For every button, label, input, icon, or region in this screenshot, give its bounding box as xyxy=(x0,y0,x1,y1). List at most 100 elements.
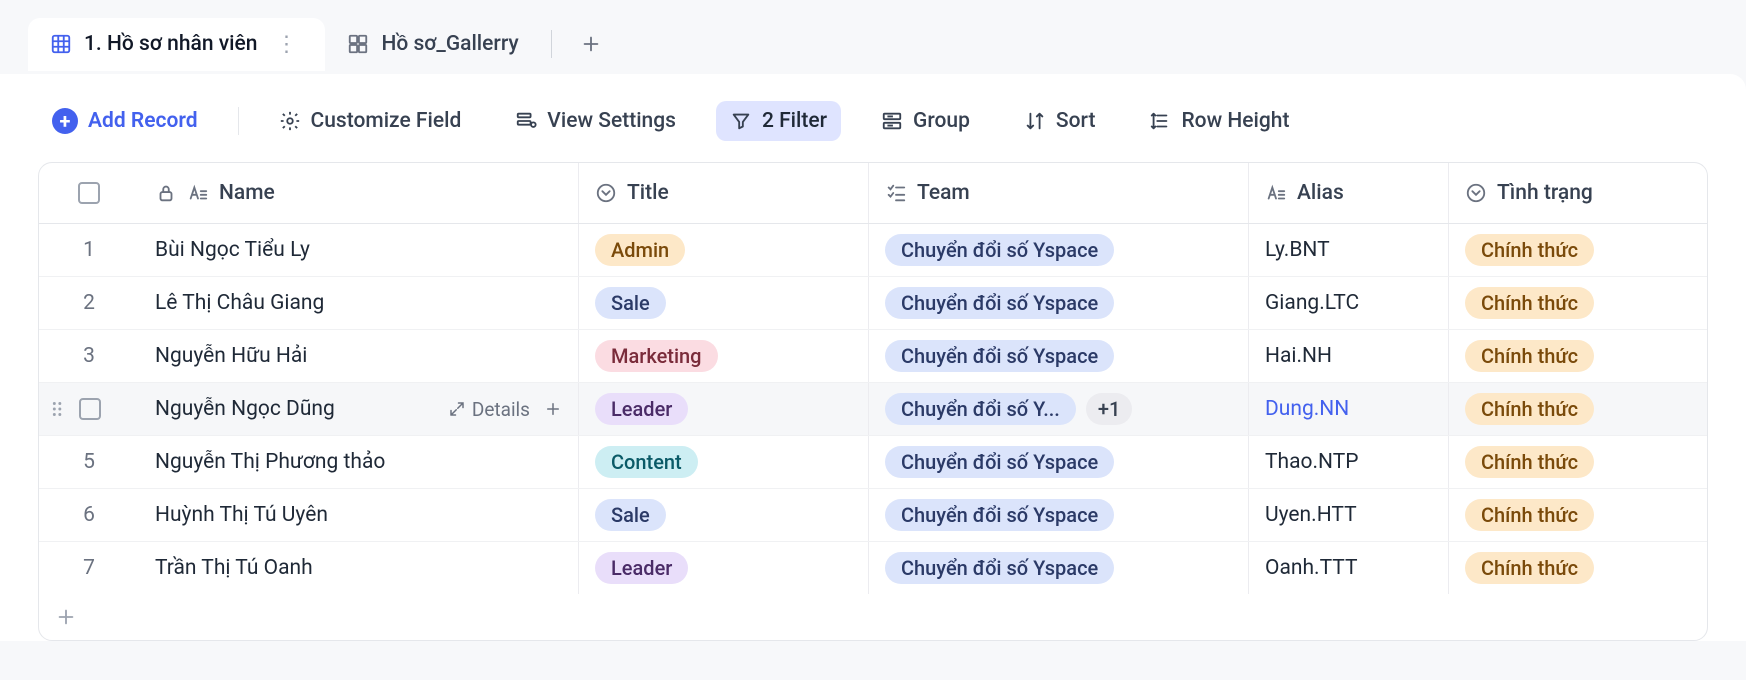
title-tag: Sale xyxy=(595,287,666,319)
view-settings-button[interactable]: View Settings xyxy=(501,101,690,141)
team-cell[interactable]: Chuyển đổi số Yspace xyxy=(869,489,1249,541)
table-row[interactable]: 6Huỳnh Thị Tú UyênSale Chuyển đổi số Yspa… xyxy=(39,489,1707,542)
row-checkbox[interactable] xyxy=(79,398,101,420)
row-index-cell[interactable]: 1 xyxy=(39,224,139,276)
select-type-icon xyxy=(1465,182,1487,204)
alias-cell[interactable]: Hai.NH xyxy=(1249,330,1449,382)
filter-button[interactable]: 2 Filter xyxy=(716,101,841,141)
alias-cell[interactable]: Dung.NN xyxy=(1249,383,1449,435)
plus-circle-icon: + xyxy=(52,108,78,134)
add-row-button[interactable] xyxy=(39,594,1707,640)
title-tag: Content xyxy=(595,446,698,478)
table-row[interactable]: Nguyễn Ngọc DũngDetailsLeaderChuyển đổi … xyxy=(39,383,1707,436)
row-index-cell[interactable]: 7 xyxy=(39,542,139,594)
tab-more-icon[interactable]: ⋮ xyxy=(269,32,303,57)
status-tag: Chính thức xyxy=(1465,446,1594,478)
name-text: Nguyễn Thị Phương thảo xyxy=(155,450,562,474)
team-tag: Chuyển đổi số Yspace xyxy=(885,499,1114,531)
tab-grid-view[interactable]: 1. Hồ sơ nhân viên ⋮ xyxy=(28,18,325,71)
name-cell[interactable]: Nguyễn Ngọc DũngDetails xyxy=(139,383,579,435)
text-type-icon xyxy=(1265,182,1287,204)
team-tag: Chuyển đổi số Yspace xyxy=(885,234,1114,266)
add-record-button[interactable]: + Add Record xyxy=(38,100,212,142)
title-tag: Leader xyxy=(595,552,688,584)
status-cell[interactable]: Chính thức xyxy=(1449,277,1708,329)
status-tag: Chính thức xyxy=(1465,552,1594,584)
lock-icon xyxy=(155,182,177,204)
customize-field-button[interactable]: Customize Field xyxy=(265,101,476,141)
title-cell[interactable]: Marketing xyxy=(579,330,869,382)
team-cell[interactable]: Chuyển đổi số Yspace xyxy=(869,330,1249,382)
name-cell[interactable]: Trần Thị Tú Oanh xyxy=(139,542,579,594)
status-cell[interactable]: Chính thức xyxy=(1449,224,1708,276)
alias-cell[interactable]: Thao.NTP xyxy=(1249,436,1449,488)
team-cell[interactable]: Chuyển đổi số Yspace xyxy=(869,277,1249,329)
name-text: Bùi Ngọc Tiểu Ly xyxy=(155,238,562,262)
team-tag: Chuyển đổi số Yspace xyxy=(885,287,1114,319)
table-row[interactable]: 2Lê Thị Châu Giang Sale Chuyển đổi số Yspa… xyxy=(39,277,1707,330)
header-name[interactable]: Name xyxy=(139,163,579,223)
drag-handle-icon[interactable] xyxy=(47,398,69,420)
team-cell[interactable]: Chuyển đổi số Yspace xyxy=(869,224,1249,276)
select-all-checkbox[interactable] xyxy=(78,182,100,204)
alias-cell[interactable]: Uyen.HTT xyxy=(1249,489,1449,541)
header-alias[interactable]: Alias xyxy=(1249,163,1449,223)
select-type-icon xyxy=(595,182,617,204)
team-tag: Chuyển đổi số Yspace xyxy=(885,446,1114,478)
team-cell[interactable]: Chuyển đổi số Y...+1 xyxy=(869,383,1249,435)
title-cell[interactable]: Sale xyxy=(579,489,869,541)
alias-cell[interactable]: Ly.BNT xyxy=(1249,224,1449,276)
name-text: Nguyễn Hữu Hải xyxy=(155,344,562,368)
table-row[interactable]: 1 Bùi Ngọc Tiểu Ly Admin Chuyển đổi số Yspa… xyxy=(39,224,1707,277)
team-tag: Chuyển đổi số Yspace xyxy=(885,552,1114,584)
row-index-cell[interactable]: 2 xyxy=(39,277,139,329)
alias-text: Ly.BNT xyxy=(1265,238,1330,262)
table-row[interactable]: 7Trần Thị Tú Oanh Leader Chuyển đổi số Ysp… xyxy=(39,542,1707,594)
status-cell[interactable]: Chính thức xyxy=(1449,436,1708,488)
status-cell[interactable]: Chính thức xyxy=(1449,542,1708,594)
row-height-button[interactable]: Row Height xyxy=(1135,101,1303,141)
row-index-cell[interactable]: 5 xyxy=(39,436,139,488)
row-add-button[interactable] xyxy=(544,400,562,418)
details-button[interactable]: Details xyxy=(448,398,530,421)
status-cell[interactable]: Chính thức xyxy=(1449,330,1708,382)
name-cell[interactable]: Lê Thị Châu Giang xyxy=(139,277,579,329)
name-cell[interactable]: Nguyễn Hữu Hải xyxy=(139,330,579,382)
header-checkbox-cell[interactable] xyxy=(39,163,139,223)
status-cell[interactable]: Chính thức xyxy=(1449,383,1708,435)
alias-text: Hai.NH xyxy=(1265,344,1332,368)
text-type-icon xyxy=(187,182,209,204)
title-cell[interactable]: Admin xyxy=(579,224,869,276)
expand-icon xyxy=(448,400,466,418)
sort-button[interactable]: Sort xyxy=(1010,101,1110,141)
row-index-cell[interactable] xyxy=(39,383,139,435)
title-tag: Marketing xyxy=(595,340,718,372)
team-extra-count: +1 xyxy=(1086,393,1132,425)
tab-gallery-view[interactable]: Hồ sơ_Gallerry xyxy=(325,18,540,70)
status-cell[interactable]: Chính thức xyxy=(1449,489,1708,541)
status-tag: Chính thức xyxy=(1465,287,1594,319)
alias-text: Giang.LTC xyxy=(1265,291,1359,315)
row-height-icon xyxy=(1149,110,1171,132)
team-cell[interactable]: Chuyển đổi số Yspace xyxy=(869,436,1249,488)
name-cell[interactable]: Bùi Ngọc Tiểu Ly xyxy=(139,224,579,276)
title-cell[interactable]: Leader xyxy=(579,542,869,594)
row-index-cell[interactable]: 6 xyxy=(39,489,139,541)
group-button[interactable]: Group xyxy=(867,101,984,141)
table-row[interactable]: 3 Nguyễn Hữu Hải Marketing Chuyển đổi số Ys… xyxy=(39,330,1707,383)
alias-cell[interactable]: Oanh.TTT xyxy=(1249,542,1449,594)
header-team[interactable]: Team xyxy=(869,163,1249,223)
header-status[interactable]: Tình trạng xyxy=(1449,163,1708,223)
row-index-cell[interactable]: 3 xyxy=(39,330,139,382)
name-cell[interactable]: Nguyễn Thị Phương thảo xyxy=(139,436,579,488)
table-row[interactable]: 5 Nguyễn Thị Phương thảo Content Chuyển đổi… xyxy=(39,436,1707,489)
title-cell[interactable]: Content xyxy=(579,436,869,488)
title-cell[interactable]: Sale xyxy=(579,277,869,329)
header-title[interactable]: Title xyxy=(579,163,869,223)
alias-cell[interactable]: Giang.LTC xyxy=(1249,277,1449,329)
add-tab-button[interactable] xyxy=(562,19,620,69)
title-cell[interactable]: Leader xyxy=(579,383,869,435)
team-cell[interactable]: Chuyển đổi số Yspace xyxy=(869,542,1249,594)
table-header: Name Title Team Alias xyxy=(39,163,1707,224)
name-cell[interactable]: Huỳnh Thị Tú Uyên xyxy=(139,489,579,541)
